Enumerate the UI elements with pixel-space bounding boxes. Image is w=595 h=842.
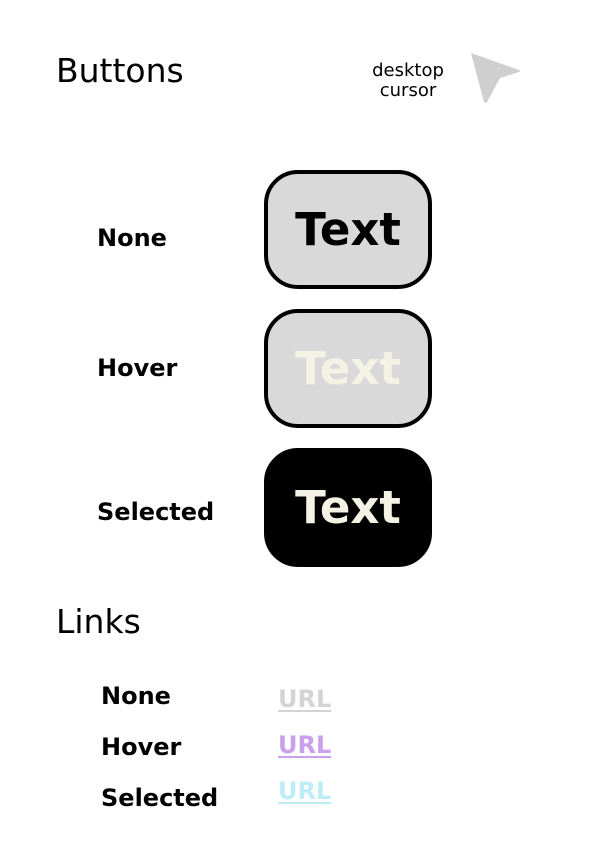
pointer-cursor-icon bbox=[471, 53, 520, 103]
demo-link-none[interactable]: URL bbox=[278, 687, 331, 711]
link-state-label-none: None bbox=[101, 682, 171, 710]
buttons-section-title: Buttons bbox=[56, 51, 184, 90]
link-state-label-hover: Hover bbox=[101, 733, 182, 761]
desktop-cursor-note: desktop cursor bbox=[372, 60, 444, 101]
button-state-label-none: None bbox=[97, 224, 167, 252]
button-state-label-hover: Hover bbox=[97, 354, 178, 382]
demo-button-selected[interactable]: Text bbox=[264, 448, 432, 567]
demo-button-hover[interactable]: Text bbox=[264, 309, 432, 428]
demo-link-selected[interactable]: URL bbox=[278, 779, 331, 803]
link-state-label-selected: Selected bbox=[101, 784, 219, 812]
links-section-title: Links bbox=[56, 602, 141, 641]
demo-link-hover[interactable]: URL bbox=[278, 733, 331, 757]
demo-button-none[interactable]: Text bbox=[264, 170, 432, 289]
button-state-label-selected: Selected bbox=[97, 498, 215, 526]
